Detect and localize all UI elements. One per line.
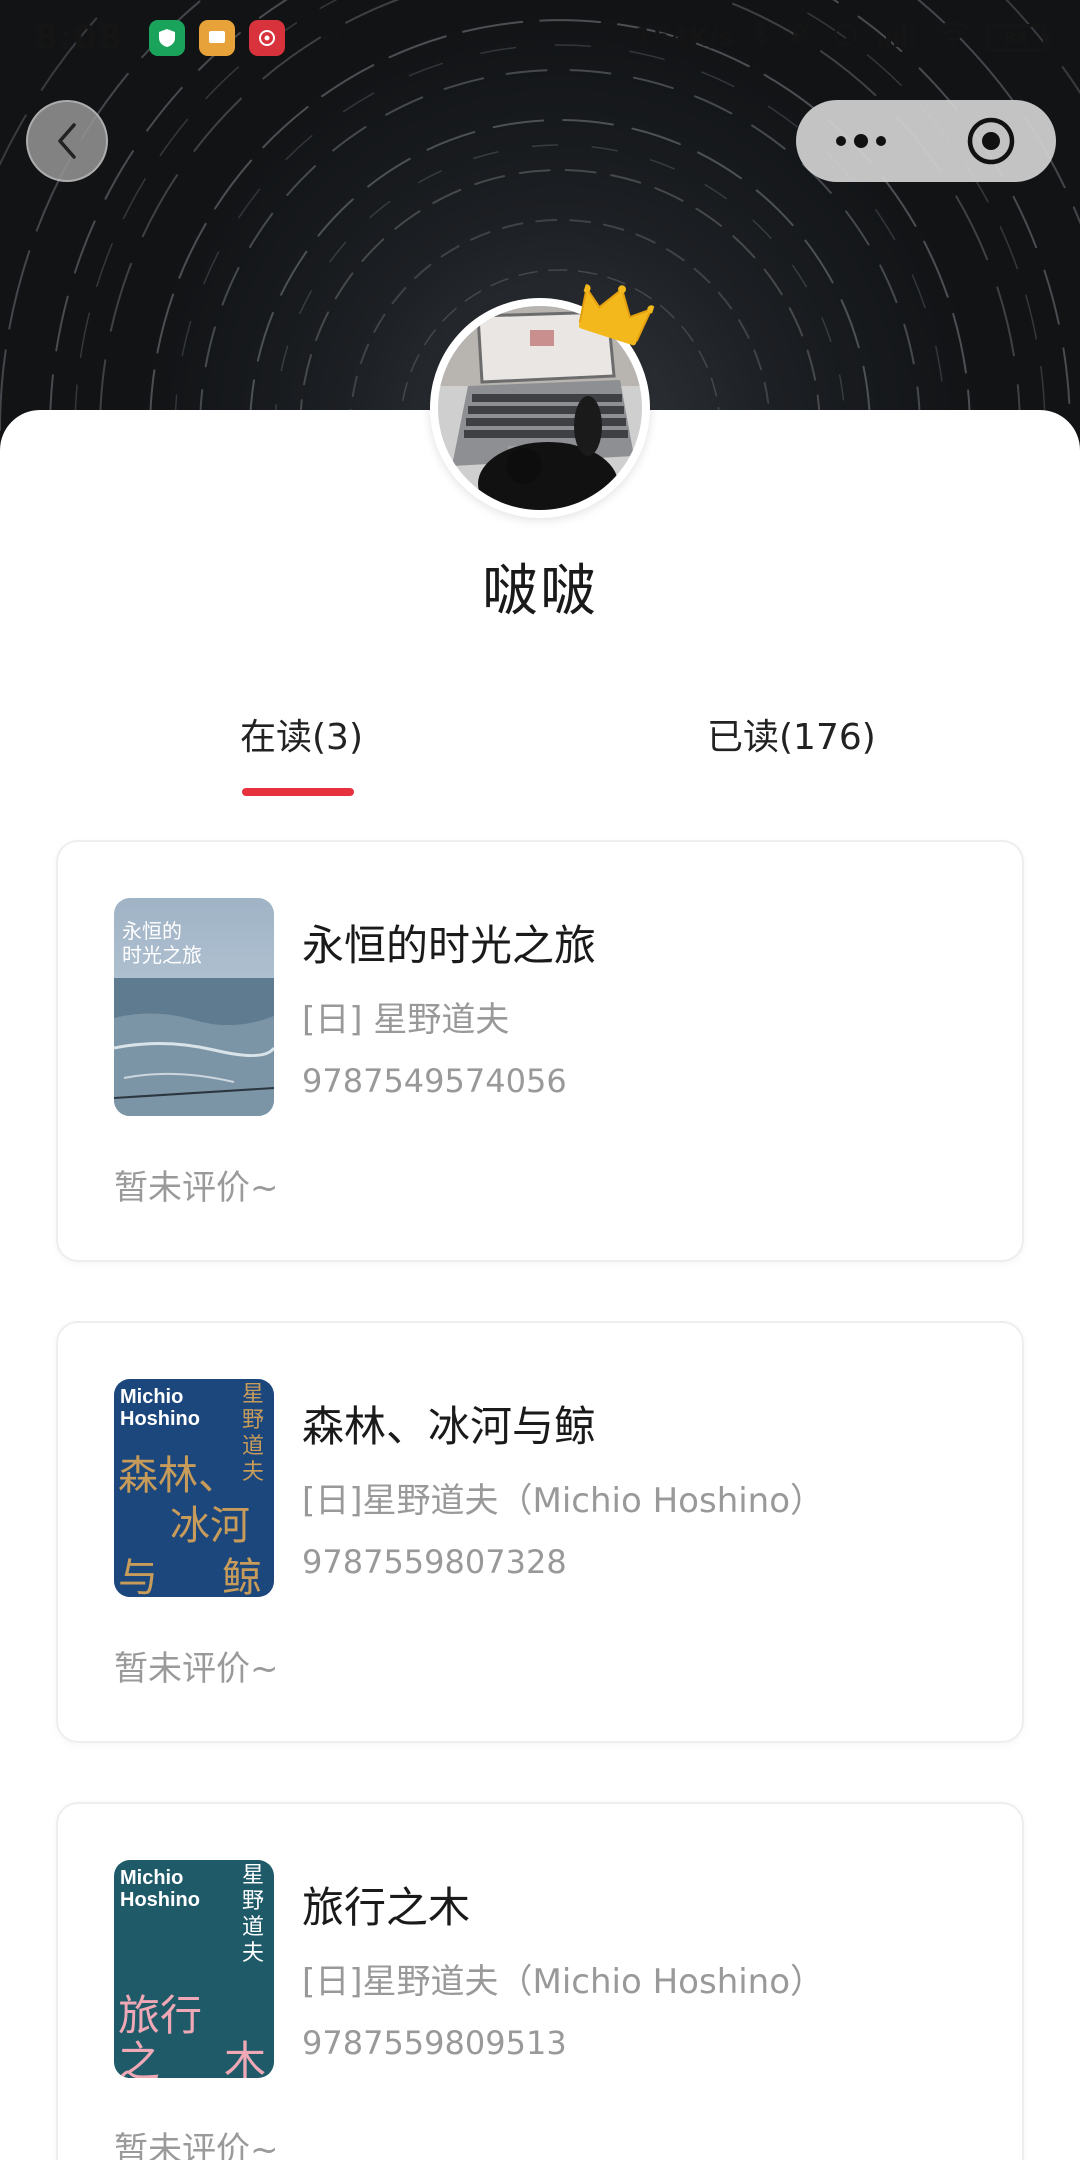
status-time: 8:08	[34, 18, 123, 58]
svg-text:Michio: Michio	[120, 1867, 183, 1889]
svg-text:Michio: Michio	[120, 1386, 183, 1408]
profile-name: 啵啵	[482, 559, 598, 624]
book-card[interactable]: Michio Hoshino 星 野 道 夫 旅行 之 木 旅行之木 [日]星野…	[56, 1802, 1024, 2160]
svg-text:野: 野	[242, 1889, 264, 1914]
svg-text:夫: 夫	[242, 1941, 264, 1966]
book-card[interactable]: 永恒的 时光之旅 永恒的时光之旅 [日] 星野道夫 9787549574056 …	[56, 840, 1024, 1262]
svg-text:道: 道	[242, 1915, 264, 1940]
signal-icon	[876, 19, 920, 57]
book-author: [日]星野道夫（Michio Hoshino）	[302, 1481, 825, 1521]
reading-tabs: 在读(3) 已读(176)	[0, 708, 1080, 808]
app-root: 8:08 ··· 154K/s 84 啵啵 在读(3) 已读(176) 永恒的 …	[0, 0, 1080, 2160]
book-title: 永恒的时光之旅	[302, 921, 597, 970]
tab-reading[interactable]: 在读(3)	[240, 708, 363, 760]
svg-text:旅行: 旅行	[118, 1991, 202, 2040]
active-tab-indicator	[242, 788, 354, 796]
book-isbn: 9787559807328	[302, 1543, 567, 1581]
svg-text:星: 星	[242, 1863, 264, 1888]
svg-text:与: 与	[118, 1555, 158, 1597]
svg-text:道: 道	[242, 1434, 264, 1459]
book-card[interactable]: Michio Hoshino 星 野 道 夫 森林、 冰河 与 鲸 森林、冰河与…	[56, 1321, 1024, 1743]
mute-icon	[786, 20, 814, 56]
alarm-icon	[830, 19, 860, 57]
svg-text:木: 木	[224, 2037, 266, 2078]
book-title: 旅行之木	[302, 1883, 471, 1932]
book-isbn: 9787559809513	[302, 2024, 567, 2062]
cover-title-text: 永恒的	[122, 919, 182, 943]
bluetooth-icon	[750, 19, 770, 57]
svg-text:野: 野	[242, 1408, 264, 1433]
target-icon	[967, 117, 1015, 165]
svg-text:Hoshino: Hoshino	[120, 1889, 200, 1911]
tab-read[interactable]: 已读(176)	[707, 708, 876, 760]
more-dots-icon	[836, 134, 886, 148]
status-right-group: 154K/s 84	[634, 19, 1051, 57]
wifi-icon	[936, 20, 970, 56]
status-bar: 8:08 ··· 154K/s 84	[0, 0, 1080, 76]
svg-text:冰河: 冰河	[170, 1503, 250, 1549]
more-menu-button[interactable]	[796, 100, 926, 182]
book-rating: 暂未评价~	[114, 1649, 279, 1689]
book-isbn: 9787549574056	[302, 1062, 567, 1100]
back-button[interactable]	[26, 100, 108, 182]
svg-text:夫: 夫	[242, 1460, 264, 1485]
svg-text:鲸: 鲸	[222, 1555, 262, 1597]
book-title: 森林、冰河与鲸	[302, 1402, 597, 1451]
svg-text:森林、: 森林、	[118, 1453, 238, 1499]
svg-text:Hoshino: Hoshino	[120, 1408, 200, 1430]
svg-text:之: 之	[118, 2037, 160, 2078]
book-cover: Michio Hoshino 星 野 道 夫 森林、 冰河 与 鲸	[114, 1379, 274, 1597]
book-cover: Michio Hoshino 星 野 道 夫 旅行 之 木	[114, 1860, 274, 2078]
book-rating: 暂未评价~	[114, 1168, 279, 1208]
book-rating: 暂未评价~	[114, 2130, 279, 2160]
flower-app-icon	[248, 20, 285, 56]
network-speed: 154K/s	[634, 23, 734, 53]
status-more-icon: ···	[306, 18, 346, 58]
message-app-icon	[198, 20, 235, 56]
shield-app-icon	[148, 20, 185, 56]
book-author: [日]星野道夫（Michio Hoshino）	[302, 1962, 825, 2002]
battery-icon: 84	[986, 24, 1051, 52]
close-miniprogram-button[interactable]	[926, 100, 1056, 182]
svg-text:时光之旅: 时光之旅	[122, 943, 202, 967]
back-arrow-icon	[58, 123, 76, 159]
book-author: [日] 星野道夫	[302, 1000, 510, 1040]
miniprogram-capsule	[796, 100, 1056, 182]
book-cover: 永恒的 时光之旅	[114, 898, 274, 1116]
svg-text:星: 星	[242, 1382, 264, 1407]
